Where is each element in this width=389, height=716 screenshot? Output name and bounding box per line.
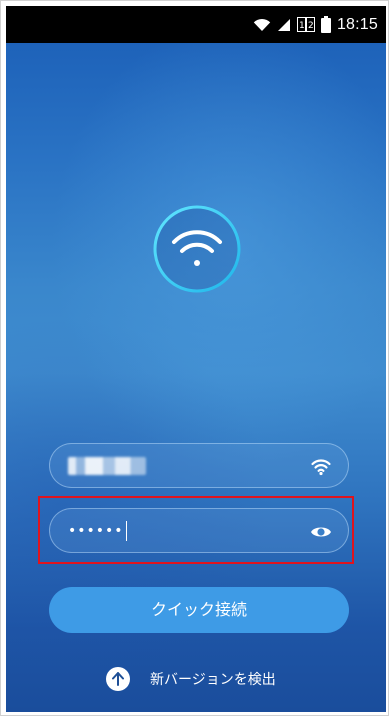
wifi-icon[interactable] [310,456,332,478]
status-icons: 1 2 18:15 [253,6,378,43]
svg-text:2: 2 [308,21,314,31]
signal-icon [277,18,290,31]
ssid-value: ████ ███ [68,457,146,475]
screenshot-frame: 1 2 18:15 ████ █ [0,0,389,716]
check-update-label: 新バージョンを検出 [150,672,276,688]
svg-text:1: 1 [299,21,305,31]
arrow-up-icon [106,667,130,691]
check-update-link[interactable]: 新バージョンを検出 [106,666,276,692]
status-time: 18:15 [336,15,378,33]
phone-screen: 1 2 18:15 ████ █ [6,6,386,712]
password-highlight-box [38,496,354,564]
quick-connect-button[interactable]: クイック接続 [49,587,349,633]
status-bar: 1 2 18:15 [6,6,386,43]
wifi-icon [253,18,271,31]
battery-icon [320,16,331,33]
ssid-field[interactable]: ████ ███ [49,443,349,488]
sim-icon: 1 2 [296,17,315,32]
wifi-logo-icon [153,205,241,293]
